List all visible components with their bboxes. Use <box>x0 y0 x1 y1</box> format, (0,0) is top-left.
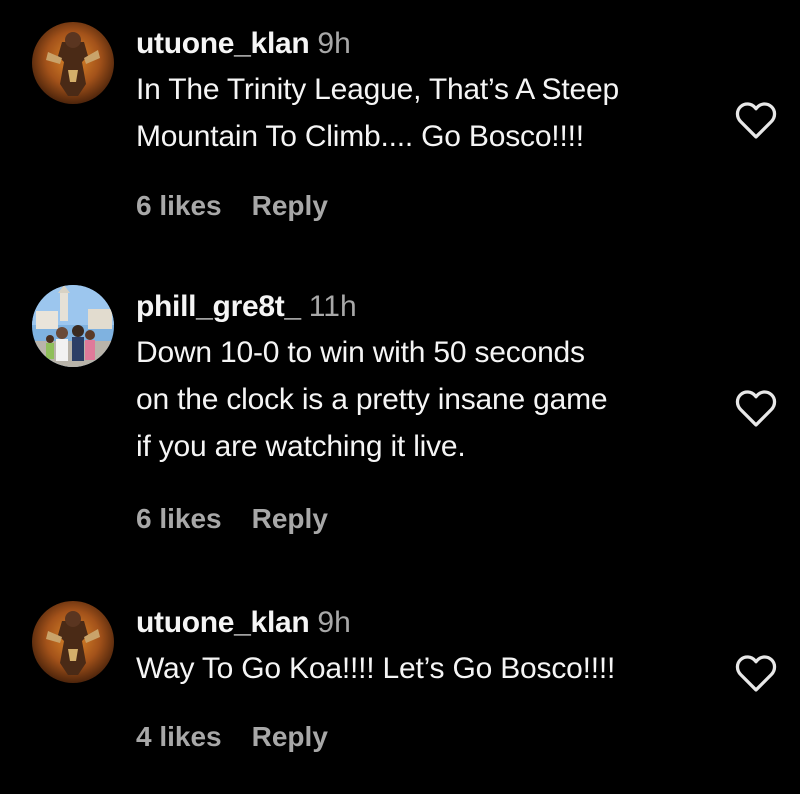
comment-text-line: Way To Go Koa!!!! Let’s Go Bosco!!!! <box>136 652 616 685</box>
group-photo-avatar-image <box>32 285 114 367</box>
avatar[interactable] <box>32 601 114 683</box>
avatar[interactable] <box>32 285 114 367</box>
comment-header: phill_gre8t_ 11h <box>136 285 726 329</box>
likes-count[interactable]: 4 likes <box>136 721 222 753</box>
heart-outline-icon[interactable] <box>734 388 778 428</box>
comment-text-line: In The Trinity League, That’s A Steep <box>136 73 619 106</box>
warrior-avatar-image <box>32 22 114 104</box>
comment-header: utuone_klan 9h <box>136 601 726 645</box>
comment-content: utuone_klan 9h Way To Go Koa!!!! Let’s Go… <box>136 601 726 692</box>
comment-text-line: if you are watching it live. <box>136 430 466 463</box>
likes-count[interactable]: 6 likes <box>136 190 222 222</box>
comment-actions: 6 likes Reply <box>136 503 328 535</box>
comment-header: utuone_klan 9h <box>136 22 726 66</box>
timestamp[interactable]: 11h <box>309 290 357 323</box>
reply-button[interactable]: Reply <box>252 190 328 222</box>
username-link[interactable]: utuone_klan <box>136 27 310 60</box>
reply-button[interactable]: Reply <box>252 721 328 753</box>
timestamp[interactable]: 9h <box>317 606 350 639</box>
reply-button[interactable]: Reply <box>252 503 328 535</box>
warrior-avatar-image <box>32 601 114 683</box>
comment-actions: 6 likes Reply <box>136 190 328 222</box>
comment-text-line: Mountain To Climb.... Go Bosco!!!! <box>136 120 584 153</box>
comment-text-line: Down 10-0 to win with 50 seconds <box>136 336 585 369</box>
comment-content: utuone_klan 9h In The Trinity League, Tha… <box>136 22 726 160</box>
avatar[interactable] <box>32 22 114 104</box>
comment-text-line: on the clock is a pretty insane game <box>136 383 608 416</box>
heart-outline-icon[interactable] <box>734 100 778 140</box>
timestamp[interactable]: 9h <box>317 27 350 60</box>
comment-content: phill_gre8t_ 11h Down 10-0 to win with 50… <box>136 285 726 470</box>
comment-actions: 4 likes Reply <box>136 721 328 753</box>
username-link[interactable]: utuone_klan <box>136 606 310 639</box>
heart-outline-icon[interactable] <box>734 653 778 693</box>
likes-count[interactable]: 6 likes <box>136 503 222 535</box>
username-link[interactable]: phill_gre8t_ <box>136 290 301 323</box>
